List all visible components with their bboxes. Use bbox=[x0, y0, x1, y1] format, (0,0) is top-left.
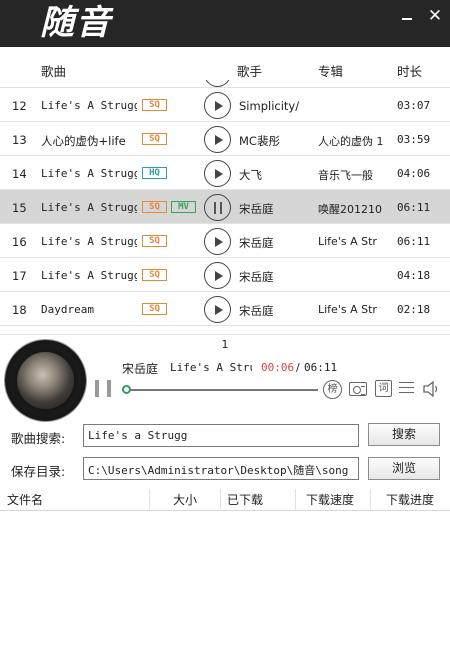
song-duration: 03:07 bbox=[397, 99, 431, 112]
search-input[interactable]: Life's a Strugg bbox=[83, 424, 359, 447]
column-header-duration[interactable]: 时长 bbox=[397, 61, 422, 80]
album-art-disc bbox=[5, 340, 86, 421]
album-cover-image bbox=[17, 352, 74, 409]
save-dir-field[interactable]: C:\Users\Administrator\Desktop\随音\song bbox=[83, 457, 359, 480]
download-list-header: 文件名 大小 已下载 下载速度 下载进度 bbox=[0, 489, 450, 511]
table-row-partial[interactable] bbox=[0, 80, 450, 88]
album-name: 人心的虚伪 1 bbox=[318, 135, 384, 148]
play-icon[interactable] bbox=[204, 80, 231, 87]
album-name: 音乐飞一般 bbox=[318, 169, 373, 182]
row-number: 13 bbox=[12, 133, 27, 147]
now-playing-singer: 宋岳庭 bbox=[122, 362, 159, 376]
song-title: Life's A Strugg bbox=[41, 167, 137, 180]
quality-badge: SQ bbox=[142, 303, 167, 315]
radio-icon[interactable] bbox=[349, 382, 367, 396]
search-label: 歌曲搜索: bbox=[11, 431, 66, 446]
progress-handle[interactable] bbox=[122, 385, 131, 394]
singer-name: MC裴彤 bbox=[239, 134, 280, 148]
title-bar: 随音 ✕ bbox=[0, 0, 450, 47]
song-duration: 03:59 bbox=[397, 133, 431, 146]
quality-badge: SQ bbox=[142, 269, 167, 281]
play-icon[interactable] bbox=[204, 296, 231, 323]
singer-name: Simplicity/ bbox=[239, 99, 300, 113]
table-row[interactable]: 12 Life's A Strugg SQ Simplicity/ 03:07 bbox=[0, 88, 450, 122]
now-playing-title: Life's A Stru bbox=[170, 361, 252, 374]
app-logo: 随音 bbox=[40, 3, 112, 43]
play-icon[interactable] bbox=[204, 92, 231, 119]
close-button[interactable]: ✕ bbox=[426, 8, 444, 25]
column-header-downloaded[interactable]: 已下载 bbox=[221, 489, 296, 511]
chart-icon[interactable]: 榜 bbox=[323, 380, 342, 399]
play-icon[interactable] bbox=[204, 160, 231, 187]
quality-badge: SQ bbox=[142, 201, 167, 213]
table-row[interactable]: 13 人心的虚伪+life SQ MC裴彤 人心的虚伪 1 03:59 bbox=[0, 122, 450, 156]
mv-badge[interactable]: MV bbox=[171, 201, 196, 213]
table-row[interactable]: 16 Life's A Strugg SQ 宋岳庭 Life's A Str 0… bbox=[0, 224, 450, 258]
table-row[interactable]: 17 Life's A Strugg SQ 宋岳庭 04:18 bbox=[0, 258, 450, 292]
row-number: 12 bbox=[12, 99, 27, 113]
table-row[interactable]: 14 Life's A Strugg HQ 大飞 音乐飞一般 04:06 bbox=[0, 156, 450, 190]
song-duration: 06:11 bbox=[397, 235, 431, 248]
table-row-selected[interactable]: 15 Life's A Strugg SQ MV 宋岳庭 唤醒201210 06… bbox=[0, 190, 450, 224]
column-header-filename[interactable]: 文件名 bbox=[0, 489, 150, 511]
minimize-button[interactable] bbox=[398, 8, 416, 24]
column-header-song[interactable]: 歌曲 bbox=[41, 61, 66, 80]
row-number: 14 bbox=[12, 167, 27, 181]
pause-icon[interactable] bbox=[204, 194, 231, 221]
column-header-singer[interactable]: 歌手 bbox=[237, 61, 262, 80]
play-icon[interactable] bbox=[204, 262, 231, 289]
quality-badge: HQ bbox=[142, 167, 167, 179]
pause-icon[interactable] bbox=[95, 380, 111, 397]
column-header-speed[interactable]: 下载速度 bbox=[296, 489, 371, 511]
quality-badge: SQ bbox=[142, 235, 167, 247]
browse-button[interactable]: 浏览 bbox=[368, 457, 440, 480]
lyric-icon[interactable]: 词 bbox=[375, 380, 392, 397]
song-duration: 02:18 bbox=[397, 303, 431, 316]
singer-name: 宋岳庭 bbox=[239, 304, 274, 318]
row-number: 15 bbox=[12, 201, 27, 215]
play-mode-icon[interactable] bbox=[399, 380, 415, 396]
search-button[interactable]: 搜索 bbox=[368, 423, 440, 446]
total-time: 06:11 bbox=[304, 361, 338, 374]
row-number: 18 bbox=[12, 303, 27, 317]
table-row[interactable]: 18 Daydream SQ 宋岳庭 Life's A Str 02:18 bbox=[0, 292, 450, 326]
row-number: 17 bbox=[12, 269, 27, 283]
save-dir-label: 保存目录: bbox=[11, 464, 66, 479]
song-title: Daydream bbox=[41, 303, 94, 316]
play-icon[interactable] bbox=[204, 228, 231, 255]
singer-name: 大飞 bbox=[239, 168, 262, 182]
column-header-album[interactable]: 专辑 bbox=[318, 61, 343, 80]
song-title: Life's A Strugg bbox=[41, 235, 137, 248]
album-name: Life's A Str bbox=[318, 303, 377, 316]
progress-slider[interactable] bbox=[122, 385, 318, 394]
column-header-size[interactable]: 大小 bbox=[150, 489, 221, 511]
song-duration: 04:06 bbox=[397, 167, 431, 180]
singer-name: 宋岳庭 bbox=[239, 236, 274, 250]
column-header-progress[interactable]: 下载进度 bbox=[371, 489, 450, 511]
song-duration: 04:18 bbox=[397, 269, 431, 282]
song-title: Life's A Strugg bbox=[41, 99, 137, 112]
quality-badge: SQ bbox=[142, 133, 167, 145]
song-title: Life's A Strugg bbox=[41, 201, 137, 214]
song-duration: 06:11 bbox=[397, 201, 431, 214]
singer-name: 宋岳庭 bbox=[239, 202, 274, 216]
album-name: 唤醒201210 bbox=[318, 203, 382, 216]
elapsed-time: 00:06 bbox=[261, 361, 295, 374]
quality-badge: SQ bbox=[142, 99, 167, 111]
time-separator: / bbox=[296, 361, 300, 374]
singer-name: 宋岳庭 bbox=[239, 270, 274, 284]
play-icon[interactable] bbox=[204, 126, 231, 153]
row-number: 16 bbox=[12, 235, 27, 249]
volume-icon[interactable] bbox=[422, 380, 440, 398]
song-title: 人心的虚伪+life bbox=[41, 134, 126, 148]
album-name: Life's A Str bbox=[318, 235, 377, 248]
song-title: Life's A Strugg bbox=[41, 269, 137, 282]
